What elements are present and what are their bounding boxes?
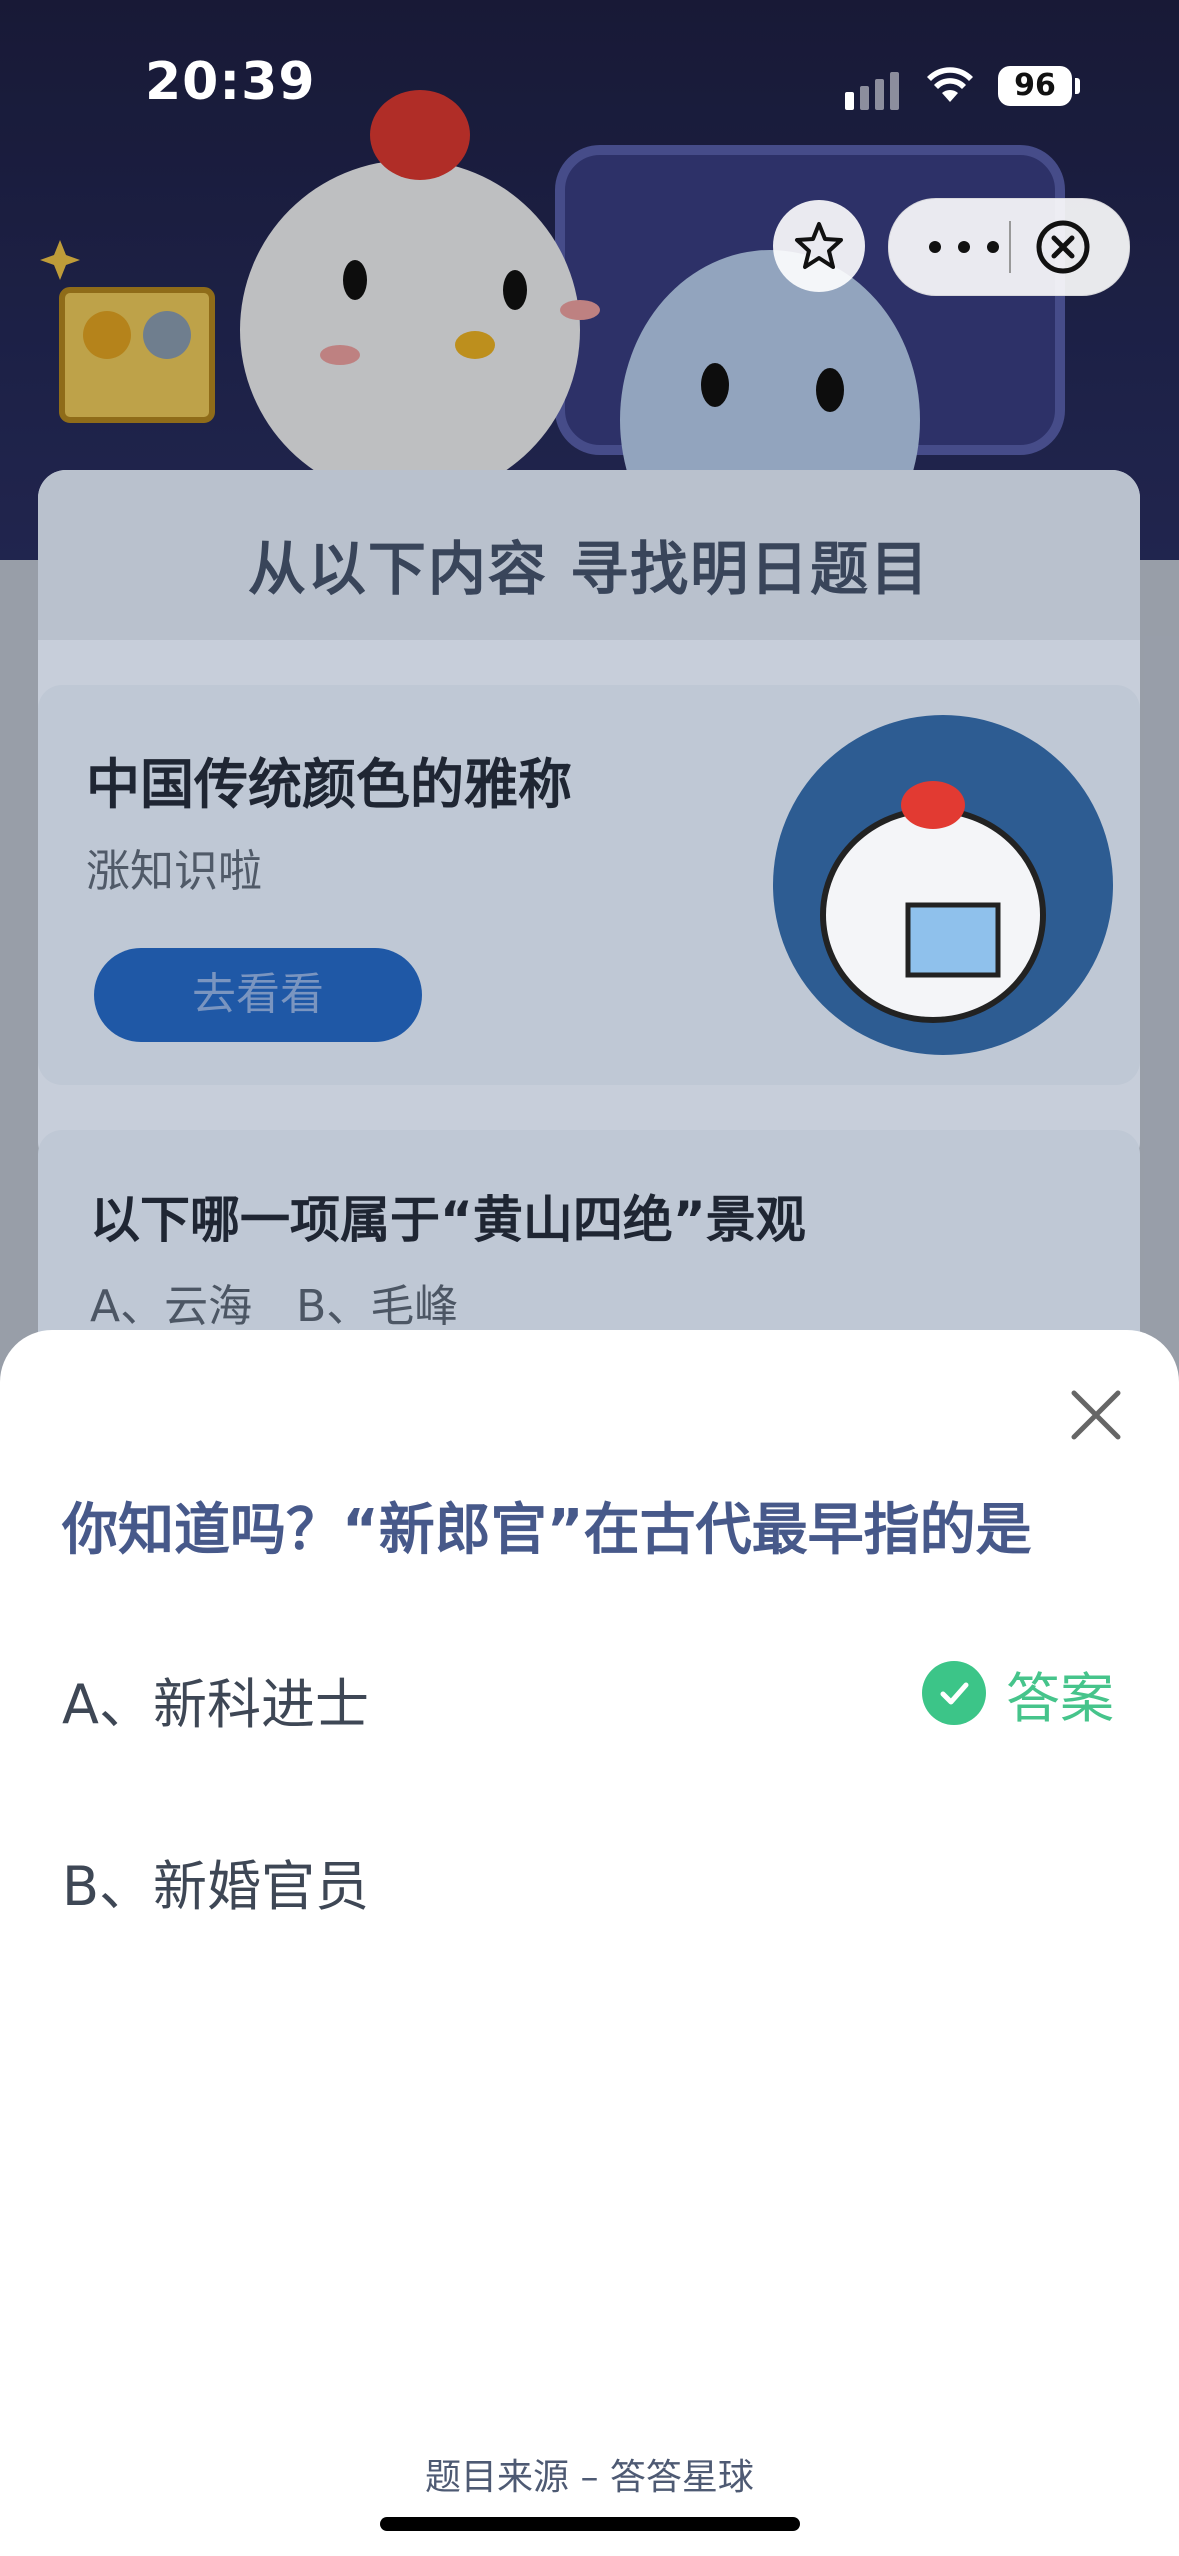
topic-title: 中国传统颜色的雅称 <box>86 753 572 816</box>
card-header: 从以下内容 寻找明日题目 <box>38 470 1140 640</box>
answer-badge: 答案 <box>922 1658 1114 1730</box>
close-circle-icon[interactable] <box>1035 219 1091 275</box>
close-icon[interactable] <box>1066 1385 1126 1445</box>
view-button[interactable]: 去看看 <box>94 948 422 1042</box>
wifi-icon <box>927 67 973 102</box>
option-b[interactable]: B、新婚官员 <box>62 1842 369 1921</box>
home-indicator[interactable] <box>380 2517 800 2531</box>
more-button[interactable] <box>929 227 999 267</box>
capsule-divider <box>1009 221 1011 273</box>
star-icon <box>795 222 843 269</box>
answer-label: 答案 <box>1006 1666 1114 1730</box>
check-icon <box>922 1661 986 1725</box>
mini-program-capsule <box>888 198 1130 296</box>
source-credit: 题目来源 – 答答星球 <box>425 2457 754 2498</box>
favorite-button[interactable] <box>773 200 865 292</box>
topic-card[interactable]: 中国传统颜色的雅称 涨知识啦 去看看 <box>38 685 1140 1085</box>
question-preview-options: A、云海 B、毛峰 <box>90 1281 459 1332</box>
more-icon <box>929 241 999 253</box>
question-preview-title: 以下哪一项属于“黄山四绝”景观 <box>90 1191 806 1249</box>
header-title: 从以下内容 寻找明日题目 <box>247 535 931 603</box>
status-time: 20:39 <box>145 52 316 112</box>
sheet-question: 你知道吗？“新郎官”在古代最早指的是 <box>62 1498 1032 1563</box>
battery-tip <box>1075 78 1080 94</box>
signal-icon <box>845 70 905 110</box>
topic-subtitle: 涨知识啦 <box>86 846 262 897</box>
status-bar: 20:39 96 <box>0 0 1179 150</box>
option-a[interactable]: A、新科进士 <box>62 1660 369 1739</box>
battery-level: 96 <box>998 66 1072 106</box>
reading-mascot-illustration <box>773 715 1113 1055</box>
answer-sheet: 你知道吗？“新郎官”在古代最早指的是 A、新科进士 答案 B、新婚官员 题目来源… <box>0 1330 1179 2556</box>
